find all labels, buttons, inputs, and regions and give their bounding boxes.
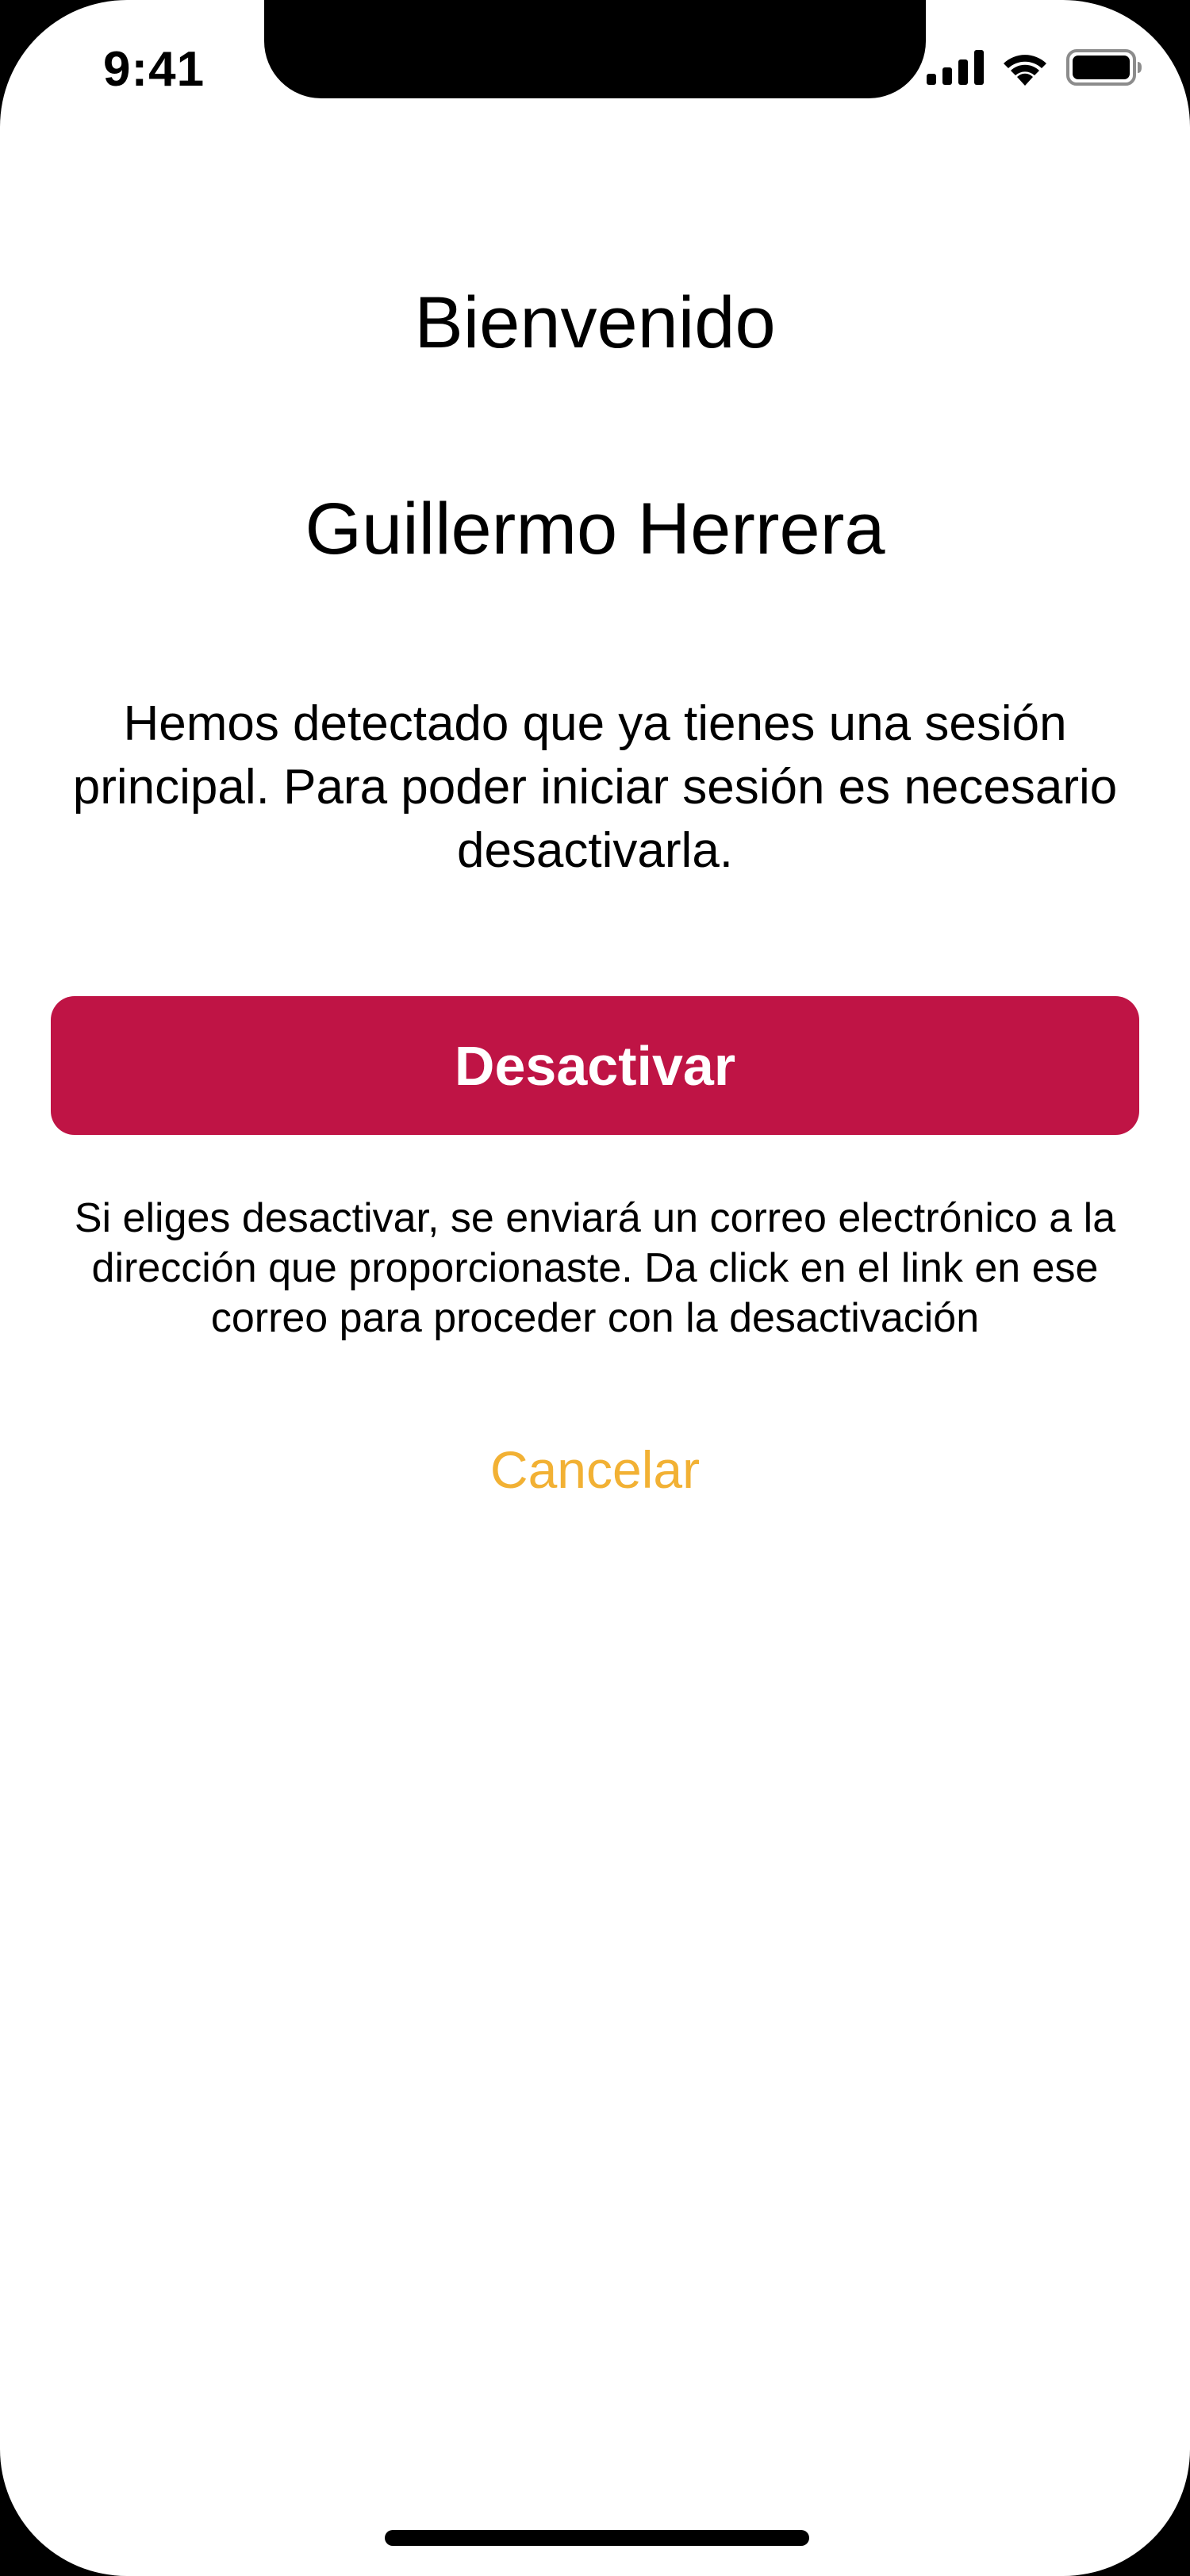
welcome-title: Bienvenido (414, 282, 776, 363)
phone-screen: 9:41 Bienvenido Guillermo Herrera Hemos … (0, 0, 1190, 2576)
home-indicator[interactable] (385, 2530, 809, 2546)
cancel-button[interactable]: Cancelar (0, 1439, 1190, 1500)
deactivation-note: Si eliges desactivar, se enviará un corr… (74, 1195, 1116, 1341)
status-bar-icons (927, 49, 1142, 86)
status-bar-time: 9:41 (103, 42, 205, 97)
wifi-icon (1004, 55, 1046, 86)
session-message: Hemos detectado que ya tienes una sesión… (72, 696, 1118, 878)
battery-icon (1066, 49, 1142, 86)
deactivate-button[interactable]: Desactivar (51, 996, 1139, 1135)
device-notch (264, 0, 926, 98)
signal-icon (927, 50, 984, 85)
user-name: Guillermo Herrera (305, 489, 885, 569)
